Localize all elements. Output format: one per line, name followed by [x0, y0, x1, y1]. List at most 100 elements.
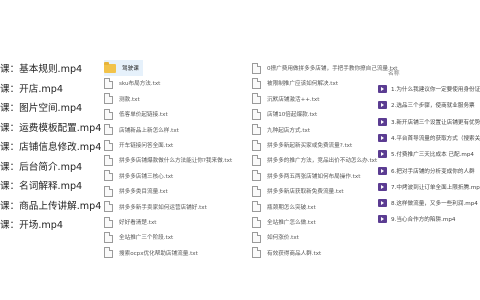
video-file-item[interactable]: 课：后台简介.mp4 — [0, 159, 82, 177]
file-name: 拼多多两五两张店铺如何布局操作.txt — [267, 173, 361, 180]
text-file-item[interactable]: 店铺10倍起爆款.txt — [252, 106, 317, 122]
video-file-icon — [378, 182, 387, 191]
text-file-item[interactable]: 好好看清楚.txt — [104, 214, 156, 230]
text-file-item[interactable]: 拼多多的推广方法，竞品出价不动怎么办.txt — [252, 152, 377, 168]
file-name: 拼多多新手卖家如何运营店铺好.txt — [119, 204, 207, 211]
text-file-icon — [252, 201, 261, 213]
video-file-item[interactable]: 3.新开店铺三个设置让店铺更有优势 — [378, 115, 480, 129]
video-file-item[interactable]: 1.为什么我建议你一定要使用身份证 — [378, 82, 480, 96]
file-name: 沉默店铺激活++.txt — [267, 96, 320, 103]
video-file-item[interactable]: 8.这样做流量，又多一些利润.mp4 — [378, 196, 480, 210]
file-name: 拼多多店铺爆款做什么方法能让你?我来做.txt — [119, 158, 233, 165]
text-file-item[interactable]: 0撩广费用做拼多多店铺，手把手教你撩自己流量.txt — [252, 60, 398, 76]
text-file-item[interactable]: 搜索ocpx优化帮助店铺流量.txt — [104, 245, 198, 261]
text-file-item[interactable]: sku布局方法.txt — [104, 75, 160, 91]
text-file-icon — [252, 124, 261, 136]
text-file-item[interactable]: 拼多多两五两张店铺如何布局操作.txt — [252, 168, 360, 184]
video-file-icon — [378, 117, 387, 126]
text-file-icon — [252, 108, 261, 120]
file-name: 全站推广三个阶段.txt — [119, 235, 174, 242]
file-name: 如何涨价.txt — [267, 235, 299, 242]
video-file-icon — [378, 199, 387, 208]
video-file-item[interactable]: 课：基本规则.mp4 — [0, 61, 82, 79]
file-name: 开车链接问答全面.txt — [119, 143, 174, 149]
file-name: 拼多多店铺三核心.txt — [119, 173, 174, 180]
file-name: 拼多多新起新买家或免费流量?.txt — [267, 143, 353, 149]
file-name: 9.当心合作方的陷阱.mp4 — [391, 217, 456, 224]
file-name: 6.把对手店铺的分析变成你的人群 — [391, 168, 475, 175]
file-name: 8.这样做流量，又多一些利润.mp4 — [391, 201, 478, 208]
text-file-icon — [104, 77, 113, 89]
text-file-item[interactable]: 店铺新品上新怎么样.txt — [104, 122, 179, 138]
file-name: 1.为什么我建议你一定要使用身份证 — [391, 87, 480, 93]
text-file-item[interactable]: 拼多多新店获取新免费流量.txt — [252, 183, 344, 199]
text-file-icon — [104, 108, 113, 120]
text-file-icon — [104, 247, 113, 259]
text-file-item[interactable]: 九种起店方式.txt — [252, 122, 310, 138]
video-file-item[interactable]: 4.平台首导流量的获取方式（搜索关键词 — [378, 131, 480, 145]
file-name: 九种起店方式.txt — [267, 127, 311, 134]
text-file-icon — [104, 216, 113, 228]
video-file-icon — [378, 150, 387, 159]
text-file-icon — [104, 124, 113, 136]
text-file-item[interactable]: 测款.txt — [104, 91, 140, 107]
text-file-item[interactable]: 低客单价起链接.txt — [104, 106, 168, 122]
text-file-icon — [252, 139, 261, 151]
file-name: 被限制推广应该如何解决.txt — [267, 81, 339, 88]
text-file-item[interactable]: 沉默店铺激活++.txt — [252, 91, 319, 107]
text-file-item[interactable]: 全站推广怎么做.txt — [252, 214, 316, 230]
video-file-item[interactable]: 课：运费模板配置.mp4 — [0, 120, 101, 138]
text-file-item[interactable]: 拼多多新起新买家或免费流量?.txt — [252, 137, 352, 153]
text-file-item[interactable]: 拼多多类目流量.txt — [104, 183, 168, 199]
text-file-item[interactable]: 瓶颈期怎么突破.txt — [252, 199, 316, 215]
text-file-icon — [252, 247, 261, 259]
video-file-item[interactable]: 课：名词解释.mp4 — [0, 178, 82, 196]
text-file-icon — [104, 154, 113, 166]
text-file-icon — [252, 185, 261, 197]
file-name: 驾驶课 — [122, 66, 139, 72]
folder-icon — [104, 61, 116, 73]
file-name: 有效获得商品人群.txt — [267, 250, 322, 257]
video-file-item[interactable]: 2.选品三个步骤，使商就业服务票 — [378, 98, 480, 112]
text-file-icon — [252, 170, 261, 182]
video-file-icon — [378, 166, 387, 175]
video-file-item[interactable]: 6.把对手店铺的分析变成你的人群 — [378, 164, 480, 178]
file-name: 3.新开店铺三个设置让店铺更有优势 — [391, 119, 480, 126]
text-file-icon — [104, 185, 113, 197]
file-name: 5.付费推广三天比成本 已配.mp4 — [391, 152, 474, 159]
video-file-item[interactable]: 课：开场.mp4 — [0, 217, 63, 235]
text-file-item[interactable]: 如何涨价.txt — [252, 229, 299, 245]
text-file-item[interactable]: 拼多多新手卖家如何运营店铺好.txt — [104, 199, 207, 215]
file-name: 瓶颈期怎么突破.txt — [267, 204, 316, 211]
text-file-item[interactable]: 被限制推广应该如何解决.txt — [252, 75, 338, 91]
video-file-icon — [378, 85, 387, 93]
video-file-item[interactable]: 9.当心合作方的陷阱.mp4 — [378, 212, 480, 226]
file-name: 店铺新品上新怎么样.txt — [119, 127, 179, 134]
text-file-item[interactable]: 拼多多店铺爆款做什么方法能让你?我来做.txt — [104, 152, 232, 168]
video-file-item[interactable]: 课：商品上传讲解.mp4 — [0, 198, 101, 216]
video-file-item[interactable]: 课：图片空间.mp4 — [0, 100, 82, 118]
file-name: 测款.txt — [119, 96, 140, 103]
text-file-icon — [252, 62, 261, 74]
text-file-icon — [252, 231, 261, 243]
file-name: 2.选品三个步骤，使商就业服务票 — [391, 103, 475, 110]
video-file-item[interactable]: 课：店铺信息修改.mp4 — [0, 139, 101, 157]
text-file-icon — [104, 170, 113, 182]
text-file-item[interactable]: 开车链接问答全面.txt — [104, 137, 173, 153]
file-name: 好好看清楚.txt — [119, 220, 157, 226]
text-file-icon — [252, 216, 261, 228]
text-file-icon — [104, 139, 113, 151]
text-file-item[interactable]: 有效获得商品人群.txt — [252, 245, 321, 261]
text-file-item[interactable]: 全站推广三个阶段.txt — [104, 229, 173, 245]
text-file-icon — [252, 154, 261, 166]
video-file-item[interactable]: 5.付费推广三天比成本 已配.mp4 — [378, 147, 480, 161]
text-file-item[interactable]: 拼多多店铺三核心.txt — [104, 168, 173, 184]
text-file-icon — [104, 201, 113, 213]
video-file-item[interactable]: 课：开店.mp4 — [0, 81, 63, 99]
file-name: 0撩广费用做拼多多店铺，手把手教你撩自己流量.txt — [267, 66, 398, 72]
video-file-item[interactable]: 7.中烤波到让订单全面上限折腾.mp4 — [378, 180, 480, 194]
file-name: 拼多多的推广方法，竞品出价不动怎么办.txt — [267, 158, 378, 165]
text-file-icon — [252, 93, 261, 105]
file-name: 拼多多类目流量.txt — [119, 189, 168, 196]
folder-item[interactable]: 驾驶课 — [104, 60, 143, 76]
